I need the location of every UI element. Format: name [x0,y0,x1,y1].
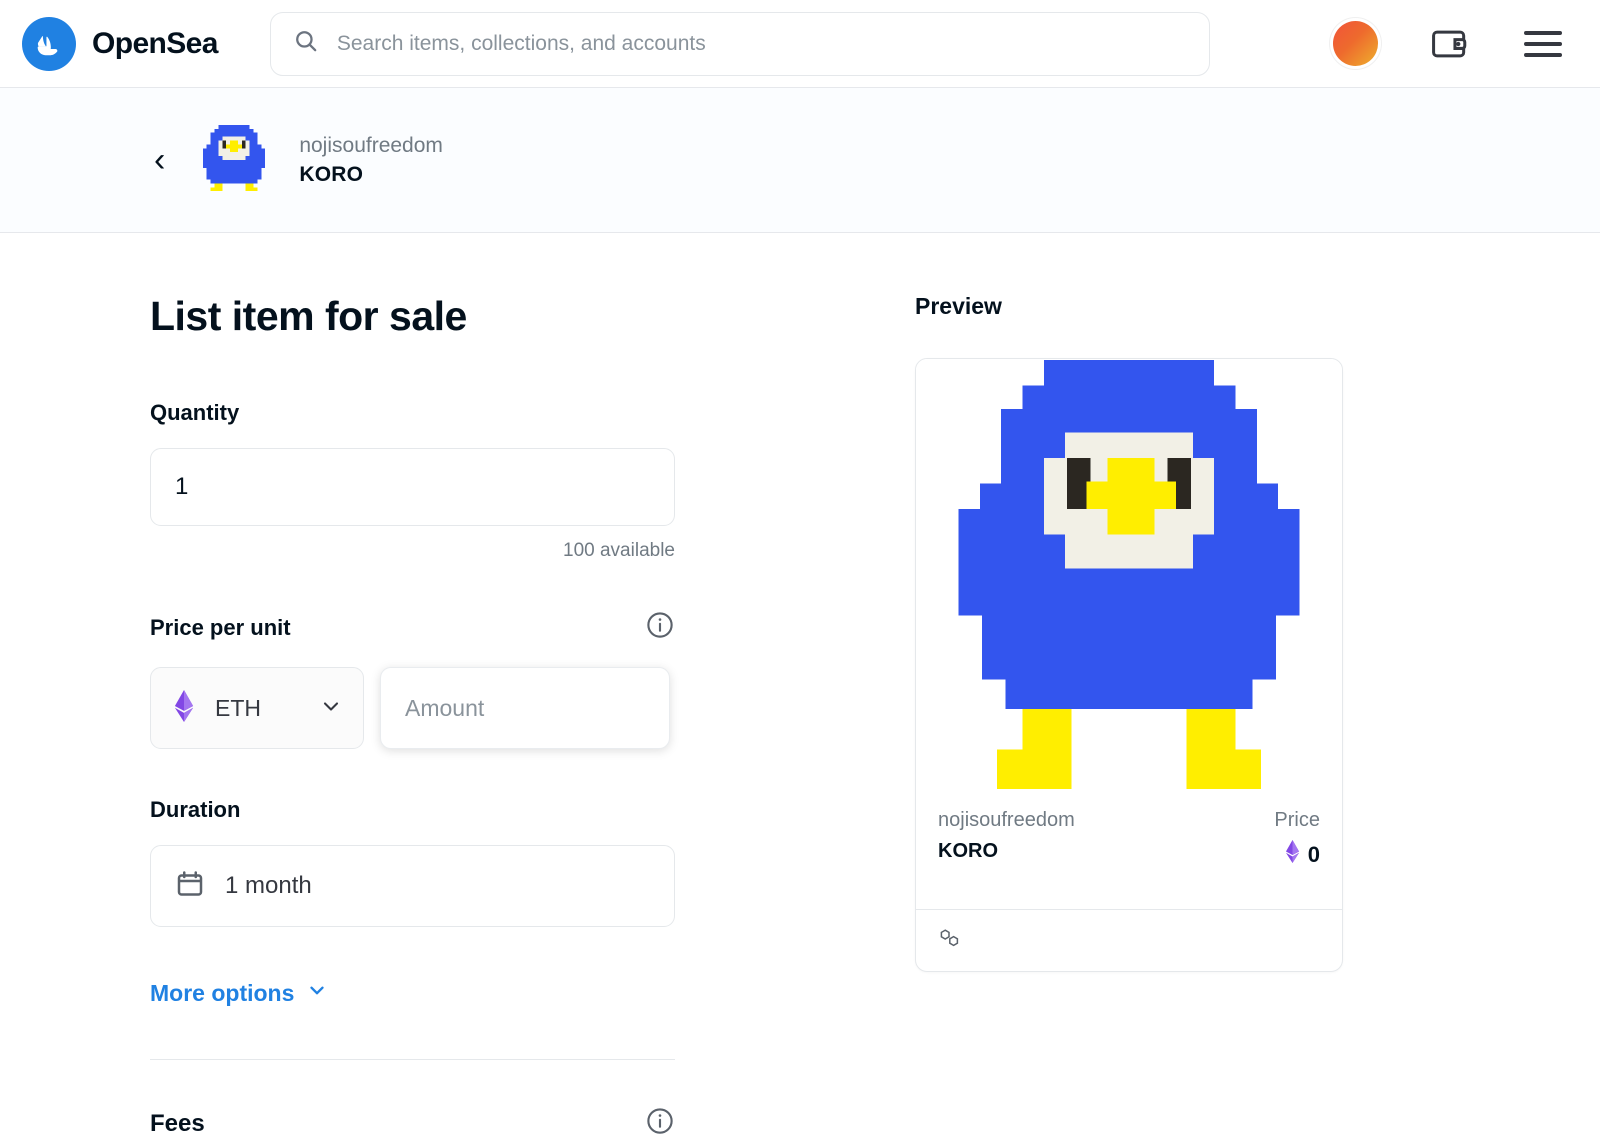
price-info-icon[interactable] [645,610,675,645]
card-price-block: Price 0 [1274,809,1320,869]
ethereum-icon [1285,840,1300,869]
section-divider [150,1059,675,1060]
user-avatar[interactable] [1333,21,1378,66]
search-bar[interactable] [269,11,1210,76]
card-price-value: 0 [1307,841,1320,867]
koro-penguin-thumbnail[interactable] [195,121,273,199]
calendar-icon [175,869,205,904]
chevron-down-icon [306,979,328,1007]
quantity-label: Quantity [150,400,240,425]
brand-name: OpenSea [92,26,218,60]
breadcrumb-collection[interactable]: nojisoufreedom [299,134,443,158]
page-title: List item for sale [150,293,467,339]
wallet-icon[interactable] [1430,25,1472,63]
more-options-label: More options [150,979,295,1006]
breadcrumb-text: nojisoufreedom KORO [299,134,443,187]
breadcrumb: ‹ nojisoufreedom KORO [0,88,1600,233]
card-price-value-row: 0 [1274,840,1320,869]
preview-card[interactable]: nojisoufreedom KORO Price 0 [915,358,1343,972]
hamburger-menu-icon[interactable] [1524,30,1562,57]
duration-value: 1 month [225,872,312,899]
chevron-left-icon[interactable]: ‹ [150,143,169,177]
duration-field: Duration 1 month [150,797,675,927]
preview-label: Preview [915,293,1002,319]
opensea-sail-icon [22,16,76,71]
preview-card-footer [916,909,1342,971]
koro-penguin-artwork [916,359,1342,789]
chevron-down-icon [319,694,343,723]
fees-info-icon[interactable] [645,1106,675,1141]
main-content: List item for sale Quantity 100 availabl… [0,233,1600,1143]
search-input[interactable] [336,31,1187,56]
price-label: Price per unit [150,614,291,640]
token-select[interactable]: ETH [150,667,364,749]
fees-title: Fees [150,1109,205,1137]
duration-select[interactable]: 1 month [150,845,675,927]
more-options-toggle[interactable]: More options [150,979,328,1007]
opensea-logo-link[interactable]: OpenSea [22,16,218,71]
price-field: Price per unit ETH Amount [150,610,675,749]
top-header: OpenSea [0,0,1600,88]
card-identity: nojisoufreedom KORO [938,809,1075,863]
card-price-label: Price [1274,809,1320,831]
header-actions [1333,21,1570,66]
preview-card-info: nojisoufreedom KORO Price 0 [916,789,1342,909]
polygon-chain-icon [938,925,966,956]
quantity-input[interactable] [150,448,675,526]
price-amount-input[interactable] [380,667,670,749]
card-collection: nojisoufreedom [938,809,1075,831]
breadcrumb-title: KORO [299,162,364,186]
preview-panel: Preview nojisoufreedom KORO Price 0 [915,293,1345,1143]
fees-section: Fees Service Fee 2.5% [150,1106,675,1143]
token-name: ETH [215,694,261,721]
quantity-field: Quantity 100 available [150,400,675,562]
ethereum-icon [171,689,197,727]
quantity-available-text: 100 available [563,540,675,561]
duration-label: Duration [150,797,241,822]
listing-form: List item for sale Quantity 100 availabl… [150,293,675,1143]
card-title: KORO [938,840,998,862]
search-icon [293,28,319,59]
